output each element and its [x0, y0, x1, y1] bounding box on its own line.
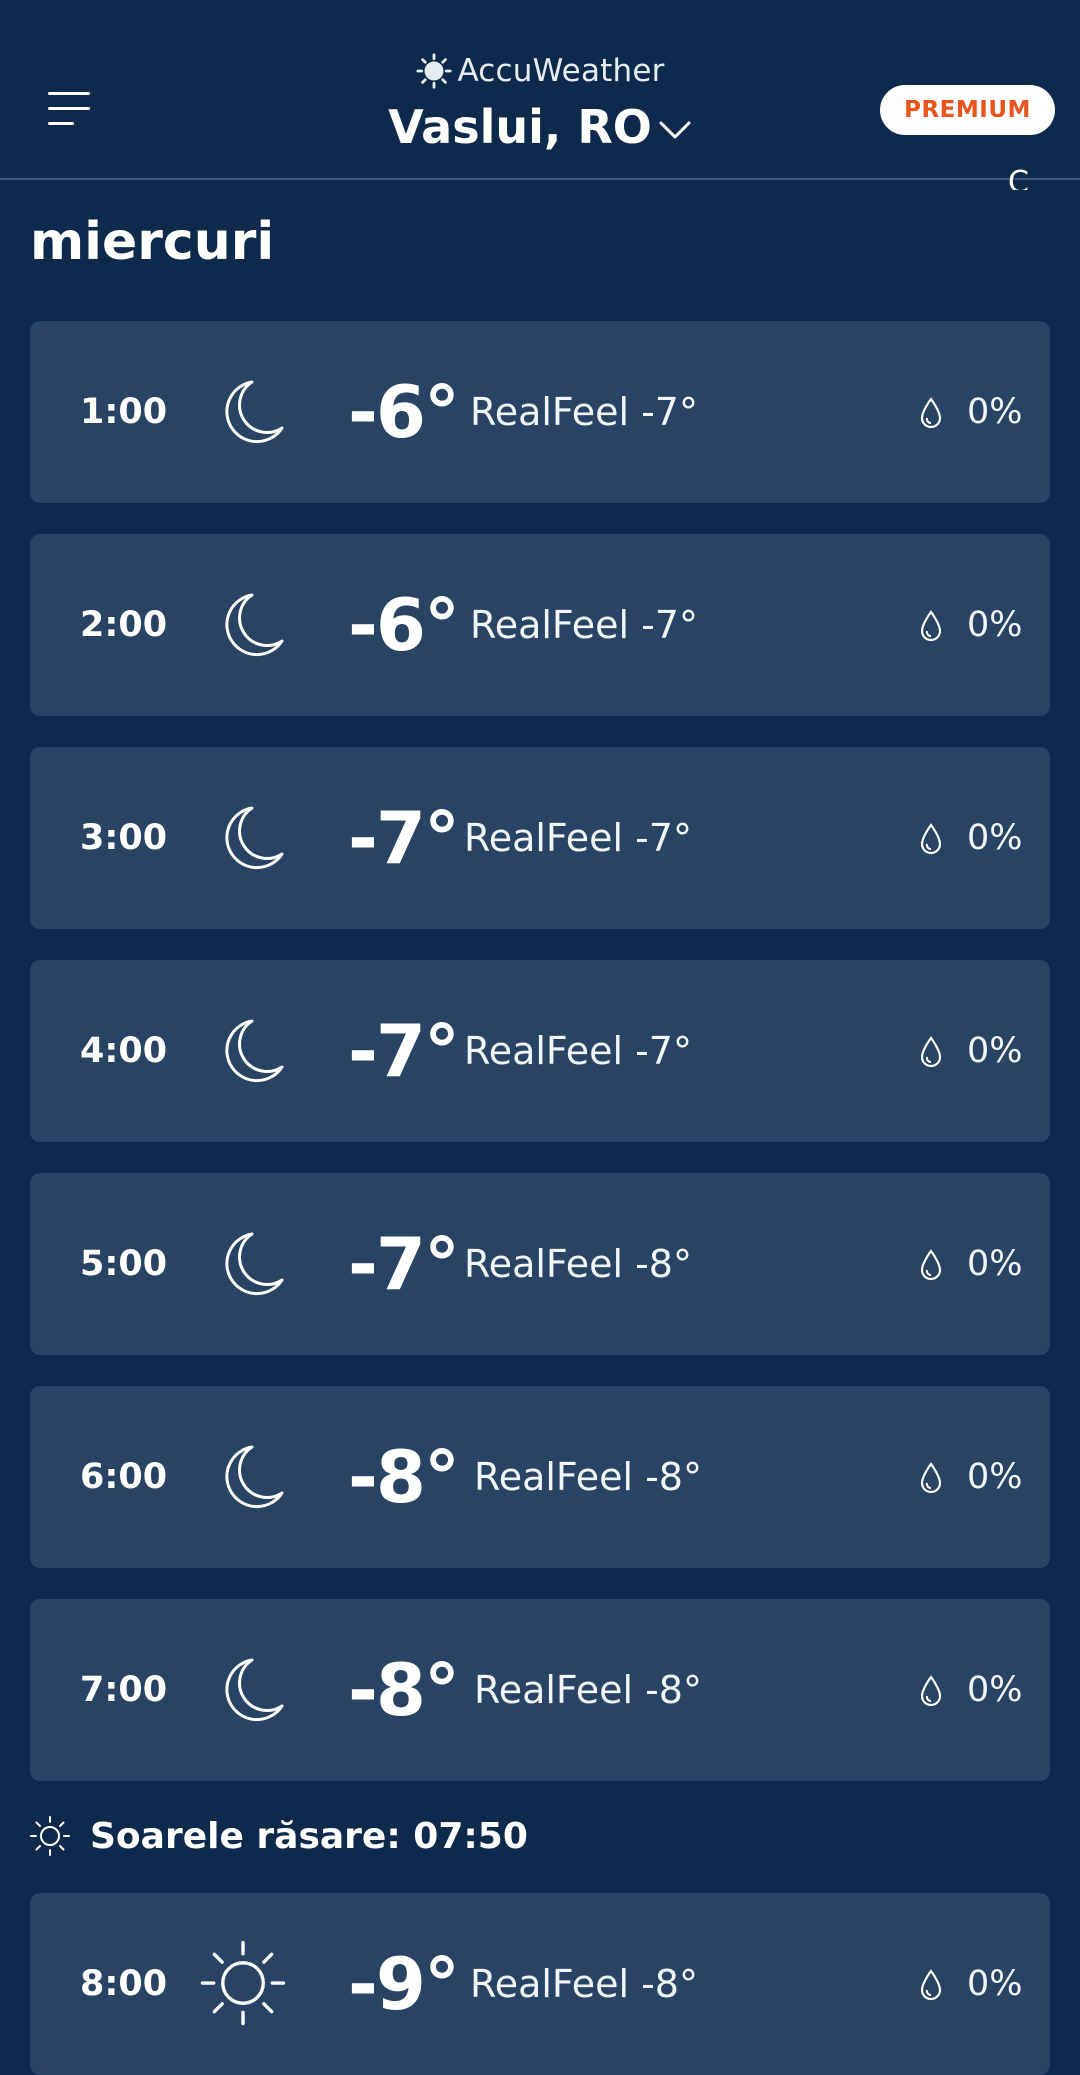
moon-icon: [225, 380, 284, 444]
hour-temperature: -8°: [348, 1648, 460, 1732]
precipitation-drop-icon: [920, 823, 942, 855]
hour-temperature: -9°: [348, 1942, 460, 2026]
hour-temperature: -8°: [348, 1435, 460, 1519]
hour-temperature: -6°: [348, 370, 460, 454]
hour-time: 8:00: [80, 1964, 168, 2004]
hour-realfeel: RealFeel -8°: [470, 1962, 698, 2006]
hour-row[interactable]: 8:00 -9° RealFeel -8° 0%: [30, 1893, 1050, 2075]
hour-precipitation: 0%: [967, 392, 1023, 432]
app-header: AccuWeather Vaslui, RO PREMIUM: [0, 0, 1080, 180]
moon-icon: [225, 1658, 284, 1722]
accuweather-sun-icon: [416, 53, 453, 89]
hour-precipitation: 0%: [967, 1457, 1023, 1497]
precipitation-drop-icon: [920, 610, 942, 642]
precipitation-drop-icon: [920, 1036, 942, 1068]
sunrise-icon: [30, 1816, 70, 1856]
hour-realfeel: RealFeel -8°: [464, 1242, 692, 1286]
partial-unit-label: C: [1008, 168, 1029, 190]
hour-realfeel: RealFeel -7°: [464, 816, 692, 860]
hour-precipitation: 0%: [967, 1244, 1023, 1284]
premium-label: PREMIUM: [904, 97, 1031, 123]
hour-row[interactable]: 7:00 -8° RealFeel -8° 0%: [30, 1599, 1050, 1781]
hour-precipitation: 0%: [967, 1964, 1023, 2004]
sunrise-label: Soarele răsare: 07:50: [90, 1815, 528, 1857]
precipitation-drop-icon: [920, 1675, 942, 1707]
sunrise-info: Soarele răsare: 07:50: [28, 1812, 528, 1860]
hour-time: 7:00: [80, 1670, 168, 1710]
hour-temperature: -6°: [348, 583, 460, 667]
moon-icon: [225, 1019, 284, 1083]
hour-time: 2:00: [80, 605, 168, 645]
hour-realfeel: RealFeel -7°: [470, 390, 698, 434]
hour-row[interactable]: 2:00 -6° RealFeel -7° 0%: [30, 534, 1050, 716]
precipitation-drop-icon: [920, 1969, 942, 2001]
hour-realfeel: RealFeel -7°: [464, 1029, 692, 1073]
location-name: Vaslui, RO: [388, 100, 652, 154]
hour-row[interactable]: 1:00 -6° RealFeel -7° 0%: [30, 321, 1050, 503]
sun-icon: [200, 1940, 286, 2026]
hour-row[interactable]: 4:00 -7° RealFeel -7° 0%: [30, 960, 1050, 1142]
day-title: miercuri: [30, 212, 275, 272]
hour-row[interactable]: 5:00 -7° RealFeel -8° 0%: [30, 1173, 1050, 1355]
hour-precipitation: 0%: [967, 1031, 1023, 1071]
hour-precipitation: 0%: [967, 818, 1023, 858]
chevron-down-icon: [659, 121, 691, 139]
hour-time: 4:00: [80, 1031, 168, 1071]
hour-row[interactable]: 6:00 -8° RealFeel -8° 0%: [30, 1386, 1050, 1568]
brand-name: AccuWeather: [457, 53, 665, 89]
hour-row[interactable]: 3:00 -7° RealFeel -7° 0%: [30, 747, 1050, 929]
hour-realfeel: RealFeel -8°: [474, 1668, 702, 1712]
hour-time: 1:00: [80, 392, 168, 432]
hour-temperature: -7°: [348, 1009, 460, 1093]
hour-time: 6:00: [80, 1457, 168, 1497]
precipitation-drop-icon: [920, 397, 942, 429]
moon-icon: [225, 806, 284, 870]
hour-precipitation: 0%: [967, 1670, 1023, 1710]
hour-realfeel: RealFeel -8°: [474, 1455, 702, 1499]
moon-icon: [225, 1445, 284, 1509]
moon-icon: [225, 1232, 284, 1296]
hour-realfeel: RealFeel -7°: [470, 603, 698, 647]
moon-icon: [225, 593, 284, 657]
hour-temperature: -7°: [348, 1222, 460, 1306]
hour-time: 3:00: [80, 818, 168, 858]
hour-temperature: -7°: [348, 796, 460, 880]
premium-button[interactable]: PREMIUM: [880, 85, 1055, 135]
precipitation-drop-icon: [920, 1462, 942, 1494]
precipitation-drop-icon: [920, 1249, 942, 1281]
hour-time: 5:00: [80, 1244, 168, 1284]
hour-precipitation: 0%: [967, 605, 1023, 645]
